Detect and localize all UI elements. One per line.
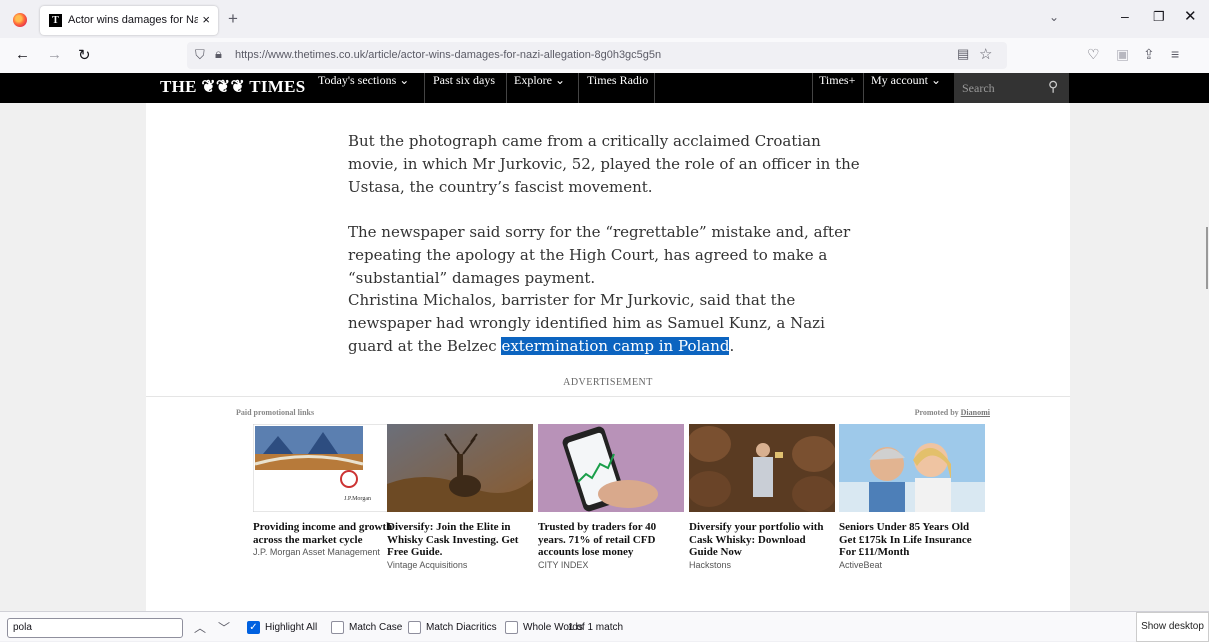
nav-my-account[interactable]: My account ⌄ <box>871 73 941 103</box>
promo-title[interactable]: Diversify your portfolio with Cask Whisk… <box>689 521 835 559</box>
promo-title[interactable]: Seniors Under 85 Years Old Get £175k In … <box>839 521 985 559</box>
nav-divider <box>578 73 579 103</box>
article-paragraph: The newspaper said sorry for the “regret… <box>348 223 851 287</box>
nav-times-plus[interactable]: Times+ <box>819 73 855 103</box>
times-search-field[interactable]: Search ⚲ <box>954 73 1069 103</box>
find-bar: pola ︿ ﹀ ✓ Highlight All Match Case Matc… <box>0 611 1209 642</box>
highlight-all-label[interactable]: Highlight All <box>265 622 317 633</box>
lock-icon[interactable]: 🔒︎ <box>215 46 222 62</box>
minimize-icon[interactable]: – <box>1121 8 1129 24</box>
nav-divider <box>654 73 655 103</box>
promoter-link[interactable]: Dianomi <box>961 408 990 417</box>
extensions-icon[interactable]: ▣ <box>1116 46 1129 63</box>
find-next-icon[interactable]: ﹀ <box>218 619 230 636</box>
reader-view-icon[interactable]: ▤ <box>957 46 969 62</box>
promoted-by-text: Promoted by <box>914 408 959 417</box>
find-input[interactable]: pola <box>7 618 183 638</box>
new-tab-button[interactable]: + <box>228 9 238 29</box>
tab-strip: T Actor wins damages for Nazi allegation… <box>0 0 1209 38</box>
promo-image[interactable] <box>839 424 985 512</box>
article-body: But the photograph came from a criticall… <box>146 103 1070 611</box>
pocket-icon[interactable]: ♡ <box>1087 46 1100 63</box>
paid-links-label: Paid promotional links <box>236 408 315 417</box>
nav-past-six-days[interactable]: Past six days <box>433 73 495 103</box>
find-highlight: extermination camp in Poland <box>501 337 730 355</box>
window-close-icon[interactable]: ✕ <box>1184 7 1197 25</box>
tab-list-chevron-icon[interactable]: ⌄ <box>1049 10 1059 24</box>
navigation-toolbar: ← → ↻ ⛉ 🔒︎ https://www.thetimes.co.uk/ar… <box>0 38 1209 73</box>
back-icon[interactable]: ← <box>15 46 30 63</box>
page-viewport: THE ❦❦❦ TIMES Today's sections ⌄ Past si… <box>0 73 1209 611</box>
match-case-label[interactable]: Match Case <box>349 622 402 633</box>
highlight-all-checkbox[interactable]: ✓ <box>247 621 260 634</box>
promo-source: J.P. Morgan Asset Management <box>253 547 380 557</box>
nav-divider <box>812 73 813 103</box>
nav-todays-sections[interactable]: Today's sections ⌄ <box>318 73 409 103</box>
promo-source: CITY INDEX <box>538 560 589 570</box>
jpmorgan-logo: J.P.Morgan <box>344 496 371 502</box>
match-diacritics-label[interactable]: Match Diacritics <box>426 622 497 633</box>
paragraph-text: . <box>729 337 735 355</box>
promo-image[interactable]: J.P.Morgan <box>253 424 399 512</box>
nav-explore[interactable]: Explore ⌄ <box>514 73 565 103</box>
firefox-icon[interactable] <box>13 13 27 27</box>
scrollbar-thumb[interactable] <box>1206 227 1208 289</box>
match-case-checkbox[interactable] <box>331 621 344 634</box>
search-icon[interactable]: ⚲ <box>1048 78 1058 95</box>
url-bar[interactable]: ⛉ 🔒︎ https://www.thetimes.co.uk/article/… <box>187 42 1007 69</box>
promo-title[interactable]: Diversify: Join the Elite in Whisky Cask… <box>387 521 533 559</box>
promoted-by-label: Promoted by Dianomi <box>915 408 990 417</box>
times-favicon-icon: T <box>49 14 62 27</box>
find-status: 1 of 1 match <box>568 622 624 633</box>
promo-image[interactable] <box>538 424 684 512</box>
nav-divider <box>506 73 507 103</box>
show-desktop-button[interactable]: Show desktop <box>1136 612 1209 642</box>
advertisement-label: ADVERTISEMENT <box>563 377 653 388</box>
tab-title: Actor wins damages for Nazi allegation <box>68 14 198 26</box>
match-diacritics-checkbox[interactable] <box>408 621 421 634</box>
forward-icon[interactable]: → <box>47 46 62 63</box>
restore-icon[interactable]: ❐ <box>1153 9 1165 25</box>
times-logo[interactable]: THE ❦❦❦ TIMES <box>160 77 306 97</box>
share-icon[interactable]: ⇪ <box>1143 46 1155 63</box>
article-paragraph: But the photograph came from a criticall… <box>348 132 860 196</box>
article-paragraph: Christina Michalos, barrister for Mr Jur… <box>348 289 873 358</box>
promo-image[interactable] <box>689 424 835 512</box>
url-text[interactable]: https://www.thetimes.co.uk/article/actor… <box>235 49 661 61</box>
promo-title[interactable]: Providing income and growth across the m… <box>253 521 399 546</box>
nav-times-radio[interactable]: Times Radio <box>587 73 648 103</box>
url-host: https://www.thetimes.co.uk <box>235 49 366 61</box>
promo-source: Vintage Acquisitions <box>387 560 468 570</box>
promo-image[interactable] <box>387 424 533 512</box>
bookmark-star-icon[interactable]: ☆ <box>979 45 992 63</box>
menu-icon[interactable]: ≡ <box>1171 46 1179 62</box>
promo-title[interactable]: Trusted by traders for 40 years. 71% of … <box>538 521 684 559</box>
reload-icon[interactable]: ↻ <box>78 46 91 64</box>
times-search-placeholder: Search <box>962 81 995 95</box>
nav-divider <box>863 73 864 103</box>
promo-source: ActiveBeat <box>839 560 883 570</box>
promo-source: Hackstons <box>689 560 732 570</box>
tab-active[interactable]: T Actor wins damages for Nazi allegation… <box>40 6 218 35</box>
tab-close-icon[interactable]: × <box>202 12 210 27</box>
url-path: /article/actor-wins-damages-for-nazi-all… <box>365 49 662 61</box>
nav-divider <box>424 73 425 103</box>
find-previous-icon[interactable]: ︿ <box>194 619 206 636</box>
shield-icon[interactable]: ⛉ <box>195 47 205 63</box>
divider <box>146 396 1070 397</box>
whole-words-checkbox[interactable] <box>505 621 518 634</box>
times-navbar: THE ❦❦❦ TIMES Today's sections ⌄ Past si… <box>0 73 1209 103</box>
